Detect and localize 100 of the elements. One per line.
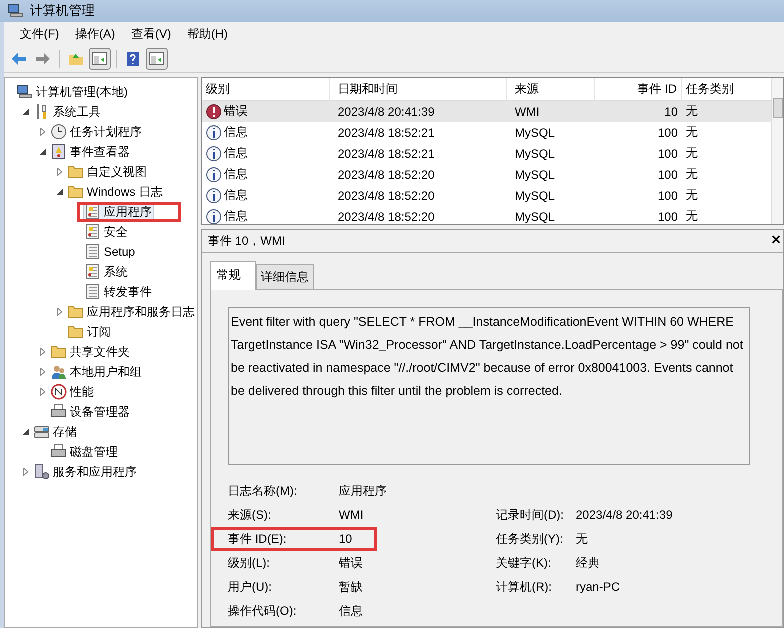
tree-item[interactable]: 系统 bbox=[83, 262, 130, 282]
tree-item[interactable]: 系统工具 bbox=[32, 102, 103, 122]
pane-icon bbox=[149, 51, 165, 67]
event-row[interactable]: 错误 2023/4/8 20:41:39 WMI 10 无 bbox=[202, 101, 771, 122]
column-header[interactable]: 来源 bbox=[507, 78, 595, 100]
expand-arrow-icon[interactable] bbox=[56, 308, 64, 316]
info-icon bbox=[206, 146, 222, 162]
info-icon bbox=[206, 166, 222, 182]
field-value: ryan-PC bbox=[576, 580, 620, 594]
info-icon bbox=[206, 124, 222, 140]
table-cell: 信息 bbox=[224, 187, 248, 204]
folder-icon bbox=[68, 304, 84, 320]
tree-item[interactable]: Windows 日志 bbox=[66, 182, 166, 202]
table-cell: 信息 bbox=[224, 124, 248, 141]
field-value: WMI bbox=[339, 508, 365, 522]
expand-arrow-icon[interactable] bbox=[56, 168, 64, 176]
tree-item[interactable]: 本地用户和组 bbox=[49, 362, 144, 382]
left-arrow-icon bbox=[11, 51, 27, 67]
field-label: 关键字(K): bbox=[496, 554, 552, 572]
field-value: 错误 bbox=[339, 554, 364, 572]
right-arrow-icon bbox=[35, 51, 51, 67]
folder-icon bbox=[68, 324, 84, 340]
expand-arrow-icon[interactable] bbox=[39, 348, 47, 356]
table-cell-text: 2023/4/8 18:52:20 bbox=[337, 188, 436, 202]
menu-item[interactable]: 帮助(H) bbox=[179, 26, 236, 42]
tree-item[interactable]: 计算机管理(本地) bbox=[15, 82, 130, 102]
table-cell-text: MySQL bbox=[514, 168, 556, 182]
close-button[interactable]: × bbox=[770, 233, 783, 249]
expand-arrow-icon[interactable] bbox=[22, 468, 30, 476]
table-cell-text: 100 bbox=[656, 188, 679, 202]
collapse-arrow-icon[interactable] bbox=[56, 188, 64, 196]
table-cell-text: 100 bbox=[656, 168, 679, 182]
users-icon bbox=[51, 364, 67, 380]
collapse-arrow-icon[interactable] bbox=[39, 148, 47, 156]
tree-item[interactable]: 性能 bbox=[49, 382, 96, 402]
event-row[interactable]: 信息 2023/4/8 18:52:21 MySQL 100 无 bbox=[202, 143, 771, 164]
event-viewer-icon bbox=[51, 144, 67, 160]
log-icon bbox=[85, 224, 101, 240]
menu-item[interactable]: 文件(F) bbox=[12, 26, 68, 42]
show-pane-button[interactable] bbox=[89, 48, 111, 70]
show-pane-button[interactable] bbox=[146, 48, 168, 70]
field-label: 日志名称(M): bbox=[228, 482, 298, 500]
services-icon bbox=[34, 464, 50, 480]
column-header[interactable]: 级别 bbox=[202, 78, 330, 100]
tree-item[interactable]: 事件查看器 bbox=[49, 142, 132, 162]
log-icon bbox=[85, 264, 101, 280]
tree-item[interactable]: 磁盘管理 bbox=[49, 442, 120, 462]
printer-icon bbox=[51, 444, 67, 460]
tree-item[interactable]: 应用程序和服务日志 bbox=[66, 302, 197, 322]
table-cell-text: 100 bbox=[656, 126, 679, 140]
tree-item[interactable]: 转发事件 bbox=[83, 282, 154, 302]
tree-item[interactable]: Setup bbox=[83, 243, 138, 261]
table-cell-text: 2023/4/8 18:52:21 bbox=[337, 126, 436, 140]
field-value: 无 bbox=[576, 530, 588, 548]
menu-item[interactable]: 查看(V) bbox=[123, 26, 180, 42]
log-icon bbox=[85, 244, 101, 260]
expand-arrow-icon[interactable] bbox=[39, 388, 47, 396]
table-cell: 信息 bbox=[224, 208, 248, 224]
tree-item[interactable]: 服务和应用程序 bbox=[32, 462, 139, 482]
menu-item[interactable]: 操作(A) bbox=[67, 26, 124, 42]
expand-arrow-icon[interactable] bbox=[39, 128, 47, 136]
error-icon bbox=[206, 104, 222, 120]
tree-item[interactable]: 共享文件夹 bbox=[49, 342, 132, 362]
table-cell-text: 2023/4/8 18:52:20 bbox=[337, 168, 436, 182]
tab[interactable]: 详细信息 bbox=[256, 264, 314, 289]
column-header[interactable]: 事件 ID bbox=[595, 78, 682, 100]
field-value: 信息 bbox=[339, 602, 364, 620]
event-row[interactable]: 信息 2023/4/8 18:52:20 MySQL 100 无 bbox=[202, 206, 771, 224]
tab[interactable]: 常规 bbox=[210, 261, 256, 290]
field-value: 2023/4/8 20:41:39 bbox=[576, 508, 673, 522]
field-value: 暂缺 bbox=[339, 578, 364, 596]
event-row[interactable]: 信息 2023/4/8 18:52:20 MySQL 100 无 bbox=[202, 185, 771, 206]
table-cell-text: 无 bbox=[685, 145, 699, 162]
collapse-arrow-icon[interactable] bbox=[22, 108, 30, 116]
tree-item[interactable]: 安全 bbox=[83, 222, 130, 242]
clock-icon bbox=[51, 124, 67, 140]
column-header[interactable]: 日期和时间 bbox=[330, 78, 507, 100]
event-row[interactable]: 信息 2023/4/8 18:52:20 MySQL 100 无 bbox=[202, 164, 771, 185]
table-cell-text: MySQL bbox=[514, 188, 556, 202]
tree-item[interactable]: 订阅 bbox=[66, 322, 113, 342]
computer-icon bbox=[17, 84, 33, 100]
field-label: 级别(L): bbox=[228, 554, 271, 572]
log-icon bbox=[85, 204, 101, 220]
tree-item[interactable]: 设备管理器 bbox=[49, 402, 132, 422]
table-cell-text: 2023/4/8 18:52:21 bbox=[337, 146, 436, 160]
event-row[interactable]: 信息 2023/4/8 18:52:21 MySQL 100 无 bbox=[202, 122, 771, 143]
storage-icon bbox=[34, 424, 50, 440]
window-title: 计算机管理 bbox=[30, 2, 95, 20]
collapse-arrow-icon[interactable] bbox=[22, 428, 30, 436]
tree-item[interactable]: 存储 bbox=[32, 422, 79, 442]
field-label: 来源(S): bbox=[228, 506, 272, 524]
table-cell-text: 无 bbox=[685, 208, 699, 224]
event-message: Event filter with query "SELECT * FROM __InstanceModificationEvent WITHIN 60 WHERE TargetInstance ISA "Win32_Processor" AND TargetInstance.LoadPercentage > 99" could not be reactivated in namespace "//./root/CIMV2" because of error 0x80041003. Events cannot be delivered through this filter until the problem is corrected. bbox=[230, 314, 744, 400]
tree-item[interactable]: 任务计划程序 bbox=[49, 122, 144, 142]
table-cell-text: 无 bbox=[685, 124, 699, 141]
field-value: 应用程序 bbox=[339, 482, 388, 500]
scrollbar[interactable] bbox=[771, 78, 783, 224]
field-label: 任务类别(Y): bbox=[496, 530, 564, 548]
tree-item[interactable]: 自定义视图 bbox=[66, 162, 149, 182]
expand-arrow-icon[interactable] bbox=[39, 368, 47, 376]
